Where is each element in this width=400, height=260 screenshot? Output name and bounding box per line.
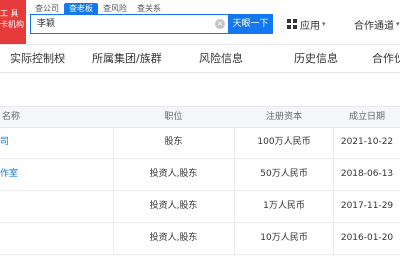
search-tab-company[interactable]: 查公司: [30, 3, 64, 14]
chevron-down-icon: ▾: [396, 20, 400, 28]
position-cell: 投资人,股东: [149, 169, 198, 179]
clear-icon[interactable]: ×: [215, 19, 225, 29]
table-header: 名称 职位 注册资本 成立日期: [0, 106, 400, 128]
company-name-link[interactable]: 作室: [0, 159, 18, 190]
position-cell: 股东: [164, 137, 183, 147]
section-nav: 实际控制权 ◂ 所属集团/族群 风险信息 历史信息 合作伙: [0, 45, 400, 73]
table-row[interactable]: 司 股东 100万人民币 2021-10-22: [0, 127, 400, 159]
col-header-capital: 注册资本: [265, 112, 302, 122]
position-cell: 投资人,股东: [149, 233, 198, 243]
chevron-left-icon[interactable]: ◂: [60, 45, 65, 72]
search-button[interactable]: 天眼一下: [228, 14, 273, 34]
logo-line-2: 卡机构: [0, 20, 24, 29]
position-cell: 投资人,股东: [149, 201, 198, 211]
company-name-link[interactable]: 司: [0, 127, 9, 158]
date-cell: 2021-10-22: [340, 137, 394, 147]
tab-partners[interactable]: 合作伙: [372, 45, 400, 72]
search-tab-relation[interactable]: 查关系: [132, 3, 166, 14]
col-header-position: 职位: [164, 112, 183, 122]
app-menu[interactable]: 应用 ▾: [287, 14, 326, 34]
app-menu-label: 应用: [300, 20, 320, 32]
tab-group[interactable]: 所属集团/族群: [92, 45, 162, 72]
search-tab-risk[interactable]: 查风险: [98, 3, 132, 14]
capital-cell: 10万人民币: [260, 233, 308, 243]
date-cell: 2017-11-29: [340, 201, 394, 211]
col-header-date: 成立日期: [348, 112, 385, 122]
capital-cell: 50万人民币: [260, 169, 308, 179]
search-tab-boss[interactable]: 查老板: [64, 3, 98, 14]
search-input-value: 李颖: [37, 19, 56, 29]
table-row[interactable]: 投资人,股东 10万人民币 2016-01-20: [0, 223, 400, 255]
date-cell: 2016-01-20: [340, 233, 394, 243]
col-header-name: 名称: [2, 112, 21, 122]
search-input[interactable]: 李颖 ×: [30, 14, 228, 34]
tab-history-info[interactable]: 历史信息: [294, 45, 338, 72]
channel-menu[interactable]: 合作通道 ▾: [354, 14, 400, 34]
chevron-down-icon: ▾: [322, 20, 326, 28]
table-row[interactable]: 投资人,股东 1万人民币 2017-11-29: [0, 191, 400, 223]
site-logo[interactable]: 工 具 卡机构: [0, 0, 26, 44]
search-type-tabs: 查公司 查老板 查风险 查关系: [30, 3, 166, 14]
channel-menu-label: 合作通道: [354, 20, 394, 32]
tab-actual-control[interactable]: 实际控制权: [10, 45, 65, 72]
tab-risk-info[interactable]: 风险信息: [199, 45, 243, 72]
date-cell: 2018-06-13: [340, 169, 394, 179]
capital-cell: 1万人民币: [263, 201, 305, 211]
logo-line-1: 工 具: [0, 9, 19, 18]
table-row[interactable]: 作室 投资人,股东 50万人民币 2018-06-13: [0, 159, 400, 191]
top-header: 工 具 卡机构 查公司 查老板 查风险 查关系 李颖 × 天眼一下 应用 ▾ 合…: [0, 0, 400, 45]
grid-icon: [287, 19, 297, 29]
capital-cell: 100万人民币: [257, 137, 311, 147]
